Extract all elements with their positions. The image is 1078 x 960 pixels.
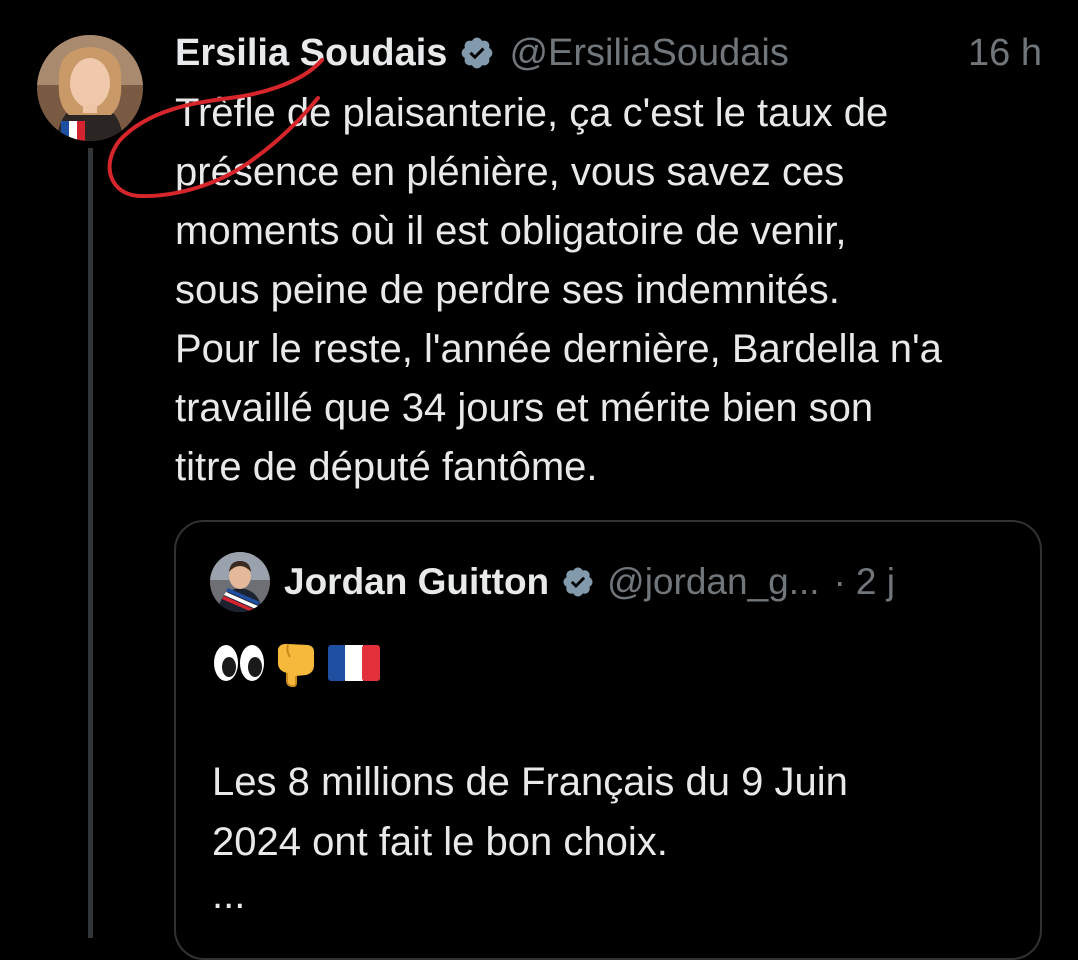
quoted-author-avatar[interactable] (210, 552, 270, 612)
author-avatar[interactable] (37, 35, 143, 141)
france-flag-emoji-icon (326, 643, 382, 688)
thread-line (88, 148, 93, 938)
quoted-author-handle[interactable]: @jordan_g... (607, 561, 819, 603)
quoted-tweet-header: Jordan Guitton @jordan_g... · 2 j (210, 550, 1010, 614)
author-handle[interactable]: @ErsiliaSoudais (509, 32, 788, 75)
tweet-timestamp[interactable]: 16 h (968, 32, 1042, 75)
emoji-row (212, 640, 382, 690)
tweet-text: Trèfle de plaisanterie, ça c'est le taux… (175, 91, 942, 489)
verified-badge-icon (561, 565, 595, 599)
pointing-down-emoji-icon (272, 639, 320, 692)
truncation-ellipsis: ... (212, 873, 246, 917)
quoted-tweet-text: Les 8 millions de Français du 9 Juin 202… (212, 760, 848, 864)
author-name[interactable]: Ersilia Soudais (175, 32, 447, 75)
quoted-author-name[interactable]: Jordan Guitton (284, 561, 549, 603)
quoted-tweet-card[interactable]: Jordan Guitton @jordan_g... · 2 j Les 8 … (174, 520, 1042, 960)
verified-badge-icon (459, 35, 495, 71)
eyes-emoji-icon (212, 641, 266, 690)
quoted-tweet-timestamp[interactable]: 2 j (856, 561, 895, 603)
tweet-header: Ersilia Soudais @ErsiliaSoudais 16 h (175, 28, 1042, 78)
header-separator: · (833, 561, 846, 602)
